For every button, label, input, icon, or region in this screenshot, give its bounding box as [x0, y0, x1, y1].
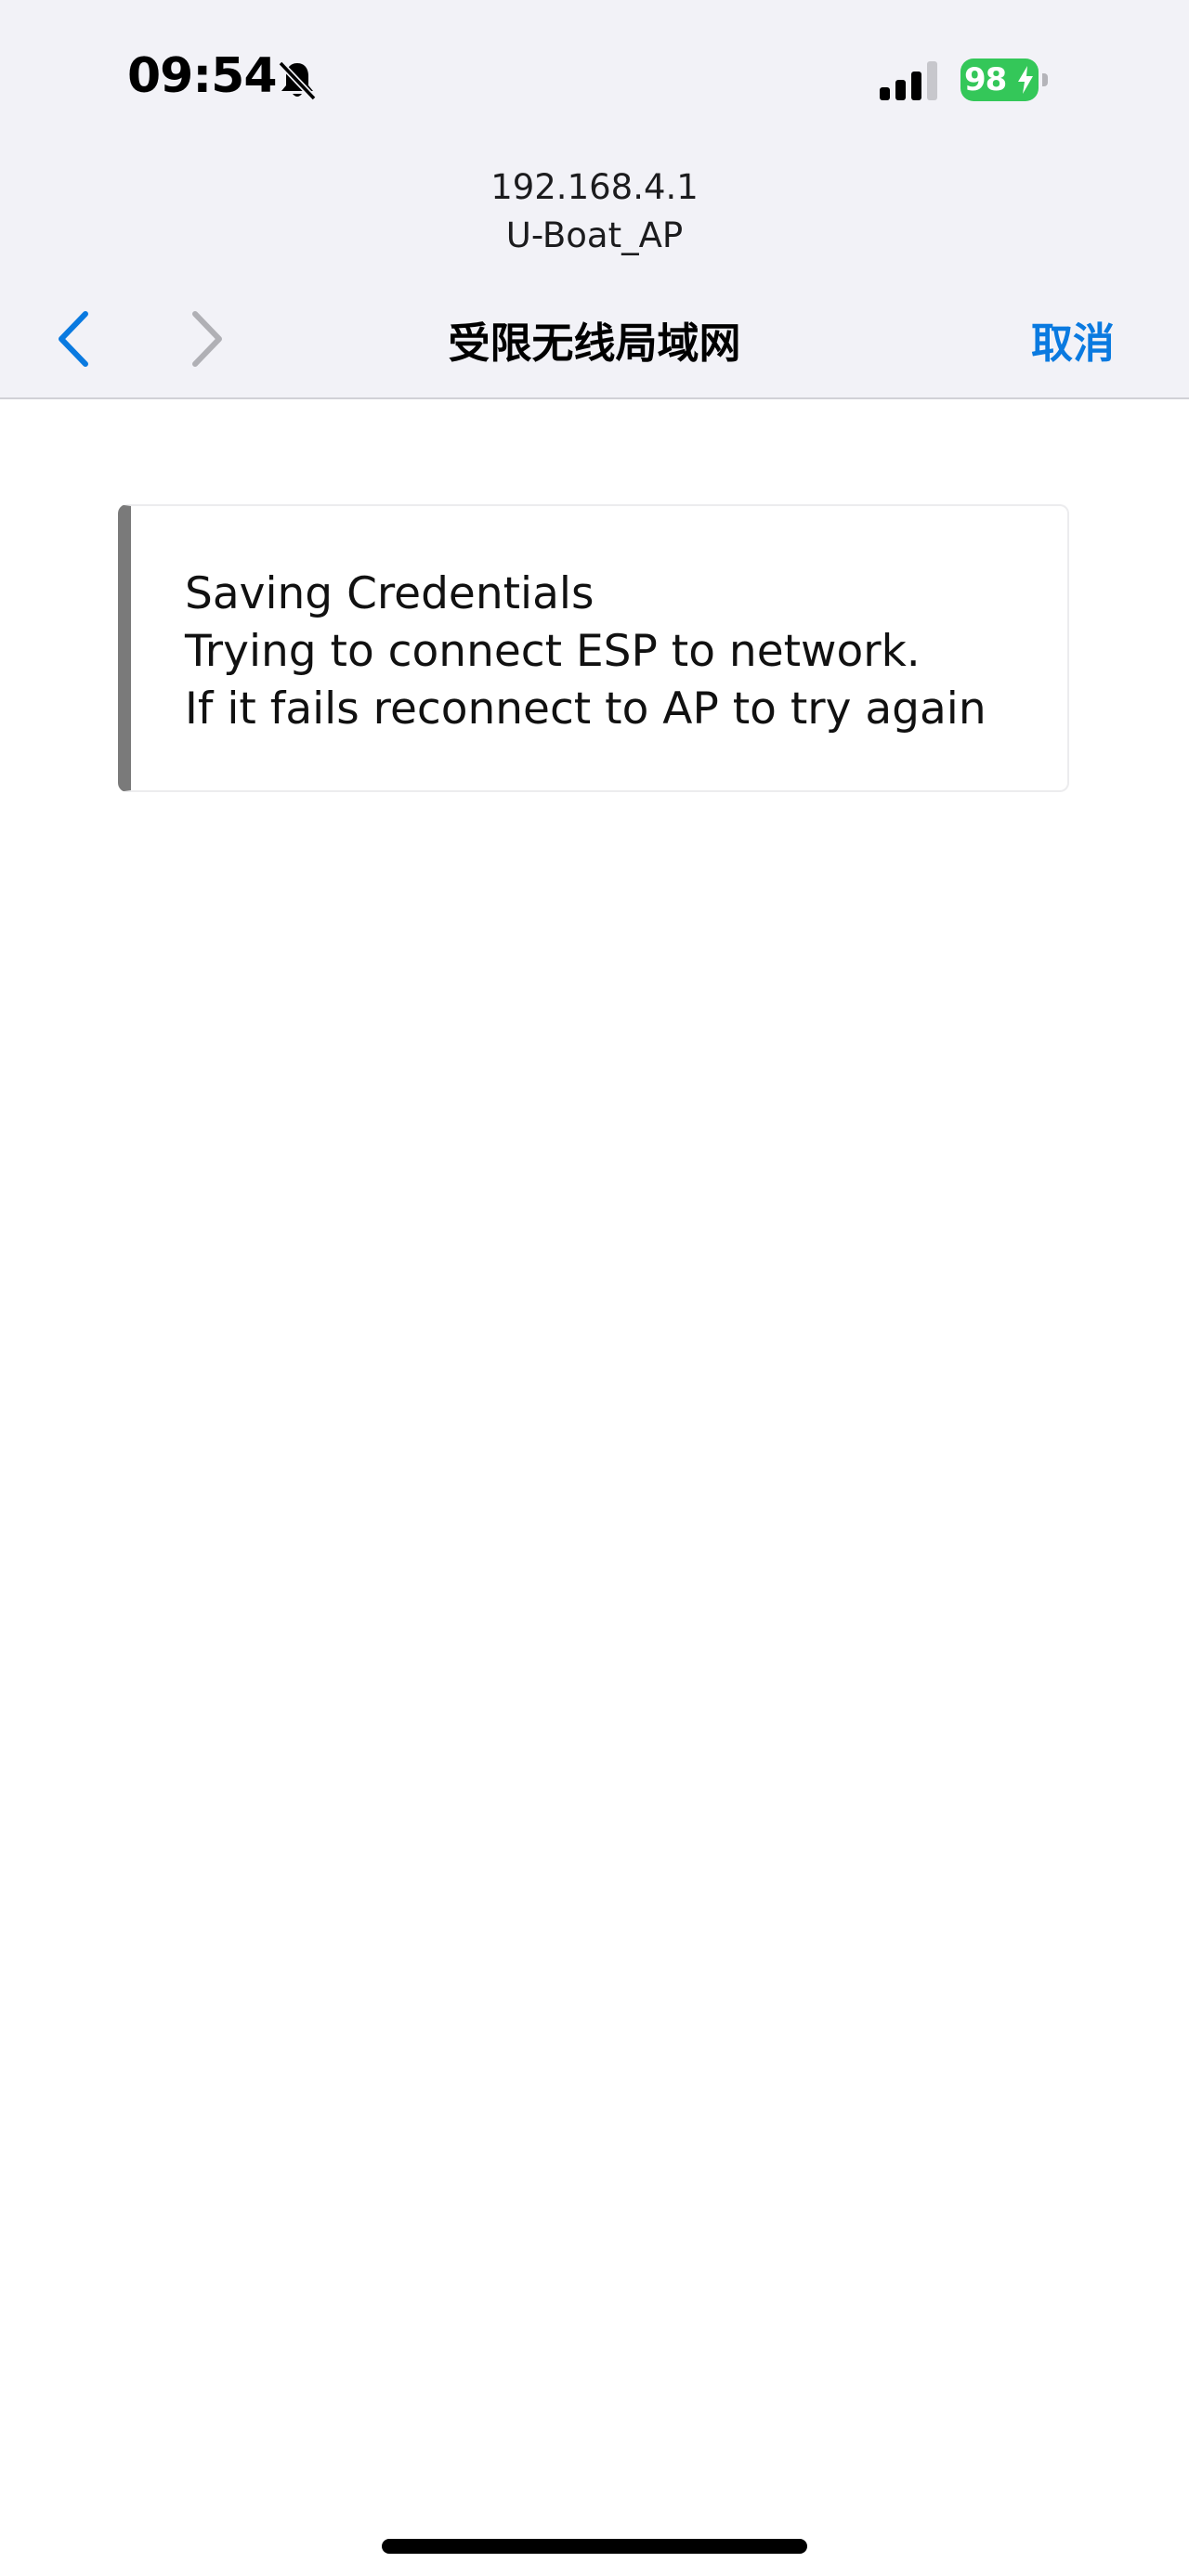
bell-slash-icon [278, 60, 317, 101]
battery-cap [1042, 73, 1048, 86]
host-address: 192.168.4.1 [490, 167, 699, 207]
message-line-retry: If it fails reconnect to AP to try again [185, 683, 986, 735]
battery-level: 98 [964, 61, 1007, 98]
charging-bolt-icon [1018, 66, 1033, 94]
battery-body: 98 [960, 59, 1039, 101]
message-line-connecting: Trying to connect ESP to network. [185, 626, 921, 677]
cancel-button[interactable]: 取消 [1031, 309, 1115, 370]
network-ssid: U-Boat_AP [505, 215, 684, 255]
home-indicator[interactable] [382, 2539, 807, 2554]
battery-icon: 98 [960, 59, 1048, 101]
message-line-title: Saving Credentials [185, 568, 594, 619]
status-time: 09:54 [127, 48, 278, 104]
page-title: 受限无线局域网 [448, 319, 741, 368]
captive-portal-header: 09:54 98 192.168.4.1 U-Boat_AP 受限无线局域网 取… [0, 0, 1189, 399]
status-message-card: Saving Credentials Trying to connect ESP… [118, 504, 1069, 792]
signal-icon [880, 61, 937, 100]
